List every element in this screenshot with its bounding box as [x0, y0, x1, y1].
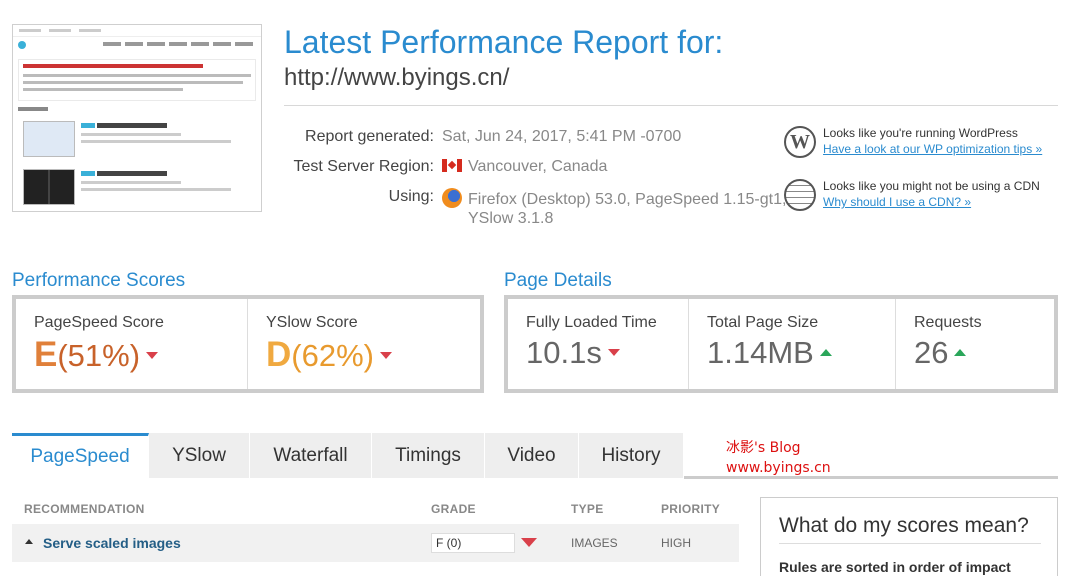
recommendation-name[interactable]: Serve scaled images — [43, 535, 181, 551]
scores-explanation-text: Rules are sorted in order of impact — [779, 559, 1011, 575]
thumbnail-topbar — [13, 25, 261, 37]
yslow-grade: D — [266, 335, 292, 374]
cdn-link[interactable]: Why should I use a CDN? » — [823, 195, 971, 209]
fully-loaded-cell: Fully Loaded Time 10.1s — [508, 299, 689, 389]
col-type[interactable]: TYPE — [571, 502, 604, 516]
down-arrow-icon — [146, 352, 159, 359]
scores-explanation-title: What do my scores mean? — [779, 514, 1029, 537]
pagespeed-score-cell: PageSpeed Score E(51%) — [16, 299, 248, 389]
fully-loaded-value: 10.1s — [526, 335, 602, 370]
down-arrow-icon — [607, 349, 620, 356]
report-title: Latest Performance Report for: — [284, 24, 724, 60]
watermark-line2: www.byings.cn — [726, 460, 831, 476]
scores-explanation-divider — [779, 543, 1041, 544]
thumbnail-post — [23, 121, 255, 161]
wordpress-text: Looks like you're running WordPress — [823, 126, 1018, 140]
wordpress-icon — [784, 126, 816, 158]
recommendation-type: IMAGES — [571, 536, 618, 550]
thumbnail-nav — [103, 42, 253, 46]
using-value-wrap: Firefox (Desktop) 53.0, PageSpeed 1.15-g… — [442, 188, 786, 209]
tab-video[interactable]: Video — [485, 433, 579, 478]
report-tabs: PageSpeed YSlow Waterfall Timings Video … — [12, 433, 684, 478]
thumbnail-section-title — [18, 107, 48, 111]
thumbnail-logo — [18, 41, 26, 49]
col-grade[interactable]: GRADE — [431, 502, 476, 516]
down-arrow-icon — [379, 352, 392, 359]
firefox-icon — [442, 188, 462, 208]
site-screenshot-thumbnail — [12, 24, 262, 212]
watermark-line1: 冰影's Blog — [726, 440, 801, 456]
using-label: Using: — [388, 188, 434, 205]
globe-icon — [784, 179, 816, 211]
requests-cell: Requests 26 — [896, 299, 1054, 389]
scores-explanation-box: What do my scores mean? Rules are sorted… — [760, 497, 1058, 576]
server-region-value: Vancouver, Canada — [468, 158, 608, 175]
canada-flag-icon — [442, 159, 462, 172]
tab-timings[interactable]: Timings — [372, 433, 485, 478]
report-generated-value: Sat, Jun 24, 2017, 5:41 PM -0700 — [442, 128, 682, 145]
page-size-cell: Total Page Size 1.14MB — [689, 299, 896, 389]
pagespeed-score-label: PageSpeed Score — [34, 314, 164, 331]
tab-pagespeed[interactable]: PageSpeed — [12, 433, 149, 478]
col-recommendation[interactable]: RECOMMENDATION — [24, 502, 145, 516]
requests-value-wrap: 26 — [914, 335, 967, 371]
requests-value: 26 — [914, 335, 949, 370]
up-arrow-icon — [819, 349, 832, 356]
page-size-value-wrap: 1.14MB — [707, 335, 832, 371]
up-arrow-icon — [954, 349, 967, 356]
yslow-percent: (62%) — [291, 338, 374, 373]
yslow-score-value: D(62%) — [266, 335, 392, 375]
thumbnail-post — [23, 169, 255, 209]
cdn-text: Looks like you might not be using a CDN — [823, 179, 1040, 193]
page-details-title: Page Details — [504, 270, 612, 291]
page-size-label: Total Page Size — [707, 314, 819, 331]
table-row[interactable]: Serve scaled images F (0) IMAGES HIGH — [12, 524, 739, 562]
fully-loaded-value-wrap: 10.1s — [526, 335, 620, 371]
blog-watermark: 冰影's Blog www.byings.cn — [726, 438, 831, 478]
header-divider — [284, 105, 1058, 106]
server-region-value-wrap: Vancouver, Canada — [442, 158, 607, 176]
performance-scores-title: Performance Scores — [12, 270, 186, 291]
page-size-value: 1.14MB — [707, 335, 814, 370]
page-details-panel: Fully Loaded Time 10.1s Total Page Size … — [504, 295, 1058, 393]
requests-label: Requests — [914, 314, 982, 331]
thumbnail-post — [23, 211, 255, 212]
fully-loaded-label: Fully Loaded Time — [526, 314, 657, 331]
report-url: http://www.byings.cn/ — [284, 64, 510, 91]
yslow-score-label: YSlow Score — [266, 314, 358, 331]
tab-yslow[interactable]: YSlow — [149, 433, 250, 478]
pagespeed-grade: E — [34, 335, 58, 374]
server-region-label: Test Server Region: — [293, 158, 434, 175]
yslow-score-cell: YSlow Score D(62%) — [248, 299, 480, 389]
using-value-line1: Firefox (Desktop) 53.0, PageSpeed 1.15-g… — [468, 191, 787, 208]
priority-chevron-icon — [521, 538, 537, 547]
pagespeed-score-value: E(51%) — [34, 335, 159, 375]
report-generated-label: Report generated: — [305, 128, 434, 145]
using-value-line2: YSlow 3.1.8 — [468, 210, 554, 227]
expand-triangle-icon[interactable] — [25, 539, 33, 544]
pagespeed-percent: (51%) — [57, 338, 141, 373]
tab-history[interactable]: History — [579, 433, 684, 478]
grade-bar: F (0) — [431, 533, 515, 553]
recommendation-priority: HIGH — [661, 536, 691, 550]
col-priority[interactable]: PRIORITY — [661, 502, 720, 516]
thumbnail-notice — [18, 59, 256, 101]
performance-scores-panel: PageSpeed Score E(51%) YSlow Score D(62%… — [12, 295, 484, 393]
tab-waterfall[interactable]: Waterfall — [250, 433, 372, 478]
wp-optimization-link[interactable]: Have a look at our WP optimization tips … — [823, 142, 1042, 156]
